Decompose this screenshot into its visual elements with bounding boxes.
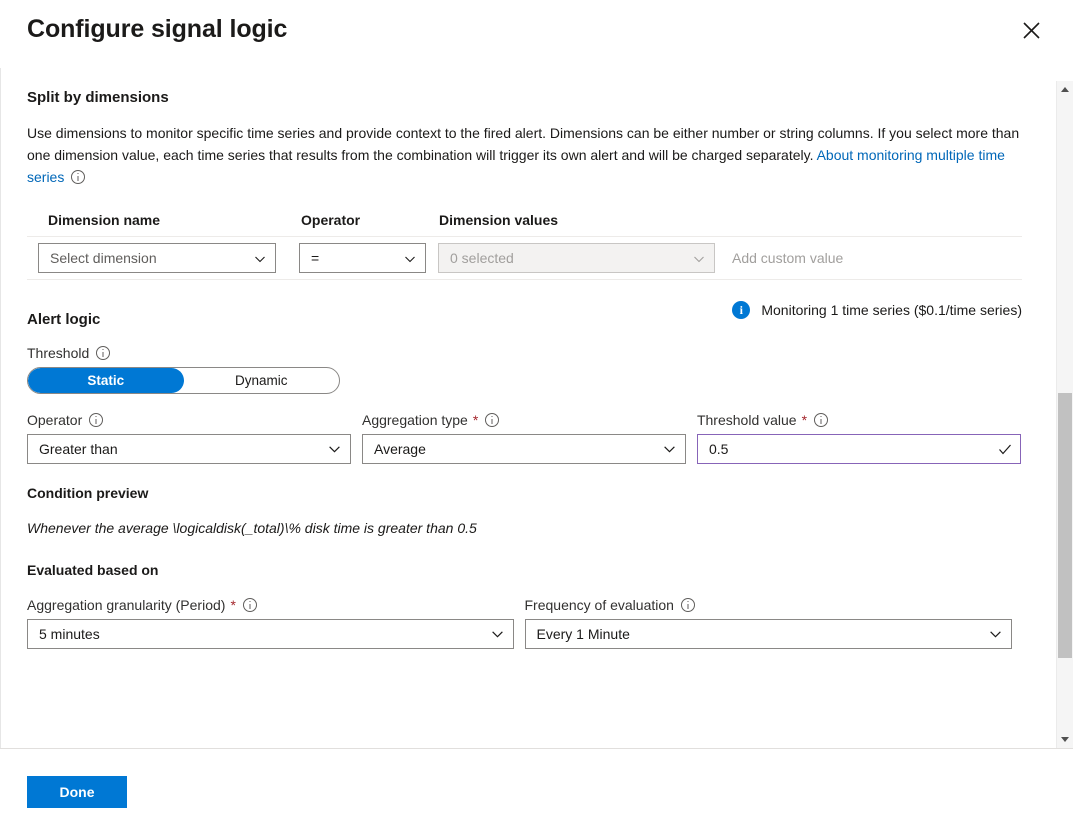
scroll-down-arrow-icon (1061, 737, 1069, 742)
condition-preview-heading: Condition preview (27, 485, 1022, 501)
evaluated-based-on-heading: Evaluated based on (27, 562, 1022, 578)
scrollbar-up-button[interactable] (1057, 81, 1073, 98)
dimension-name-dropdown[interactable]: Select dimension (38, 243, 276, 273)
condition-preview-text: Whenever the average \logicaldisk(_total… (27, 520, 1022, 536)
aggregation-type-dropdown[interactable]: Average (362, 434, 686, 464)
aggregation-granularity-label: Aggregation granularity (Period) (27, 596, 225, 614)
frequency-of-evaluation-info-icon[interactable] (681, 598, 695, 612)
close-icon (1023, 22, 1040, 39)
scrollbar-thumb[interactable] (1058, 393, 1072, 658)
required-marker: * (473, 411, 478, 429)
chevron-down-icon (328, 443, 341, 456)
aggregation-granularity-value: 5 minutes (39, 626, 100, 642)
required-marker: * (230, 596, 235, 614)
split-by-dimensions-info-icon[interactable] (71, 170, 85, 184)
threshold-info-icon[interactable] (96, 346, 110, 360)
add-custom-value-input[interactable]: Add custom value (732, 243, 1022, 273)
blade-content-scroll-region: Split by dimensions Use dimensions to mo… (0, 68, 1073, 748)
operator-label: Operator (27, 411, 82, 429)
aggregation-type-value: Average (374, 441, 426, 457)
aggregation-type-info-icon[interactable] (485, 413, 499, 427)
operator-info-icon[interactable] (89, 413, 103, 427)
aggregation-granularity-field-group: Aggregation granularity (Period) * 5 min… (27, 596, 525, 649)
threshold-option-static[interactable]: Static (28, 368, 184, 393)
frequency-of-evaluation-field-group: Frequency of evaluation Every 1 Minute (525, 596, 1023, 649)
done-button[interactable]: Done (27, 776, 127, 808)
aggregation-granularity-label-row: Aggregation granularity (Period) * (27, 596, 525, 614)
aggregation-granularity-info-icon[interactable] (243, 598, 257, 612)
chevron-down-icon (989, 628, 1002, 641)
operator-cell: = (286, 243, 426, 273)
aggregation-type-label: Aggregation type (362, 411, 468, 429)
scrollbar-down-button[interactable] (1057, 731, 1073, 748)
dimension-name-cell: Select dimension (27, 243, 286, 273)
page-title: Configure signal logic (27, 12, 287, 46)
monitoring-note-text: Monitoring 1 time series ($0.1/time seri… (761, 302, 1022, 318)
evaluated-based-on-fields-row: Aggregation granularity (Period) * 5 min… (27, 596, 1022, 649)
scroll-up-arrow-icon (1061, 87, 1069, 92)
dimension-values-value: 0 selected (450, 250, 514, 266)
frequency-of-evaluation-label-row: Frequency of evaluation (525, 596, 1023, 614)
table-row: Select dimension = (27, 236, 1022, 280)
threshold-value-input[interactable]: 0.5 (697, 434, 1021, 464)
aggregation-granularity-dropdown[interactable]: 5 minutes (27, 619, 514, 649)
operator-dropdown[interactable]: Greater than (27, 434, 351, 464)
chevron-down-icon (663, 443, 676, 456)
configure-signal-logic-blade: Configure signal logic Split by dimensio… (0, 0, 1073, 827)
threshold-value-info-icon[interactable] (814, 413, 828, 427)
chevron-down-icon (491, 628, 504, 641)
blade-header: Configure signal logic (0, 0, 1073, 68)
frequency-of-evaluation-value: Every 1 Minute (537, 626, 630, 642)
add-custom-value-cell: Add custom value (716, 243, 1022, 273)
close-button[interactable] (1015, 14, 1047, 46)
operator-field-group: Operator Greater than (27, 411, 362, 464)
dimension-values-cell: 0 selected (426, 243, 716, 273)
vertical-scrollbar[interactable] (1056, 81, 1073, 748)
threshold-value-label: Threshold value (697, 411, 797, 429)
split-by-dimensions-heading: Split by dimensions (27, 88, 1022, 108)
threshold-type-toggle[interactable]: Static Dynamic (27, 367, 340, 394)
checkmark-icon (998, 443, 1011, 456)
operator-label-row: Operator (27, 411, 362, 429)
threshold-value-label-row: Threshold value * (697, 411, 1022, 429)
chevron-down-icon (693, 252, 705, 264)
threshold-value-field-group: Threshold value * 0.5 (697, 411, 1022, 464)
frequency-of-evaluation-dropdown[interactable]: Every 1 Minute (525, 619, 1012, 649)
chevron-down-icon (254, 252, 266, 264)
threshold-option-dynamic[interactable]: Dynamic (184, 368, 340, 393)
dimension-operator-value: = (311, 250, 319, 266)
column-header-dimension-values: Dimension values (426, 212, 716, 228)
chevron-down-icon (404, 252, 416, 264)
column-header-dimension-name: Dimension name (27, 212, 286, 228)
blade-footer: Done (0, 748, 1073, 827)
alert-logic-fields-row: Operator Greater than Aggregation type (27, 411, 1022, 464)
required-marker: * (802, 411, 807, 429)
split-by-dimensions-description: Use dimensions to monitor specific time … (27, 122, 1022, 188)
dimensions-table-header: Dimension name Operator Dimension values (27, 202, 1022, 236)
threshold-label: Threshold (27, 344, 89, 362)
aggregation-type-label-row: Aggregation type * (362, 411, 697, 429)
aggregation-type-field-group: Aggregation type * Average (362, 411, 697, 464)
dimension-values-dropdown[interactable]: 0 selected (438, 243, 715, 273)
dimension-operator-dropdown[interactable]: = (299, 243, 426, 273)
column-header-operator: Operator (286, 212, 426, 228)
dimension-name-value: Select dimension (50, 250, 157, 266)
threshold-label-row: Threshold (27, 344, 1022, 362)
operator-value: Greater than (39, 441, 118, 457)
frequency-of-evaluation-label: Frequency of evaluation (525, 596, 674, 614)
threshold-value-text: 0.5 (709, 441, 728, 457)
blade-content: Split by dimensions Use dimensions to mo… (0, 68, 1048, 649)
